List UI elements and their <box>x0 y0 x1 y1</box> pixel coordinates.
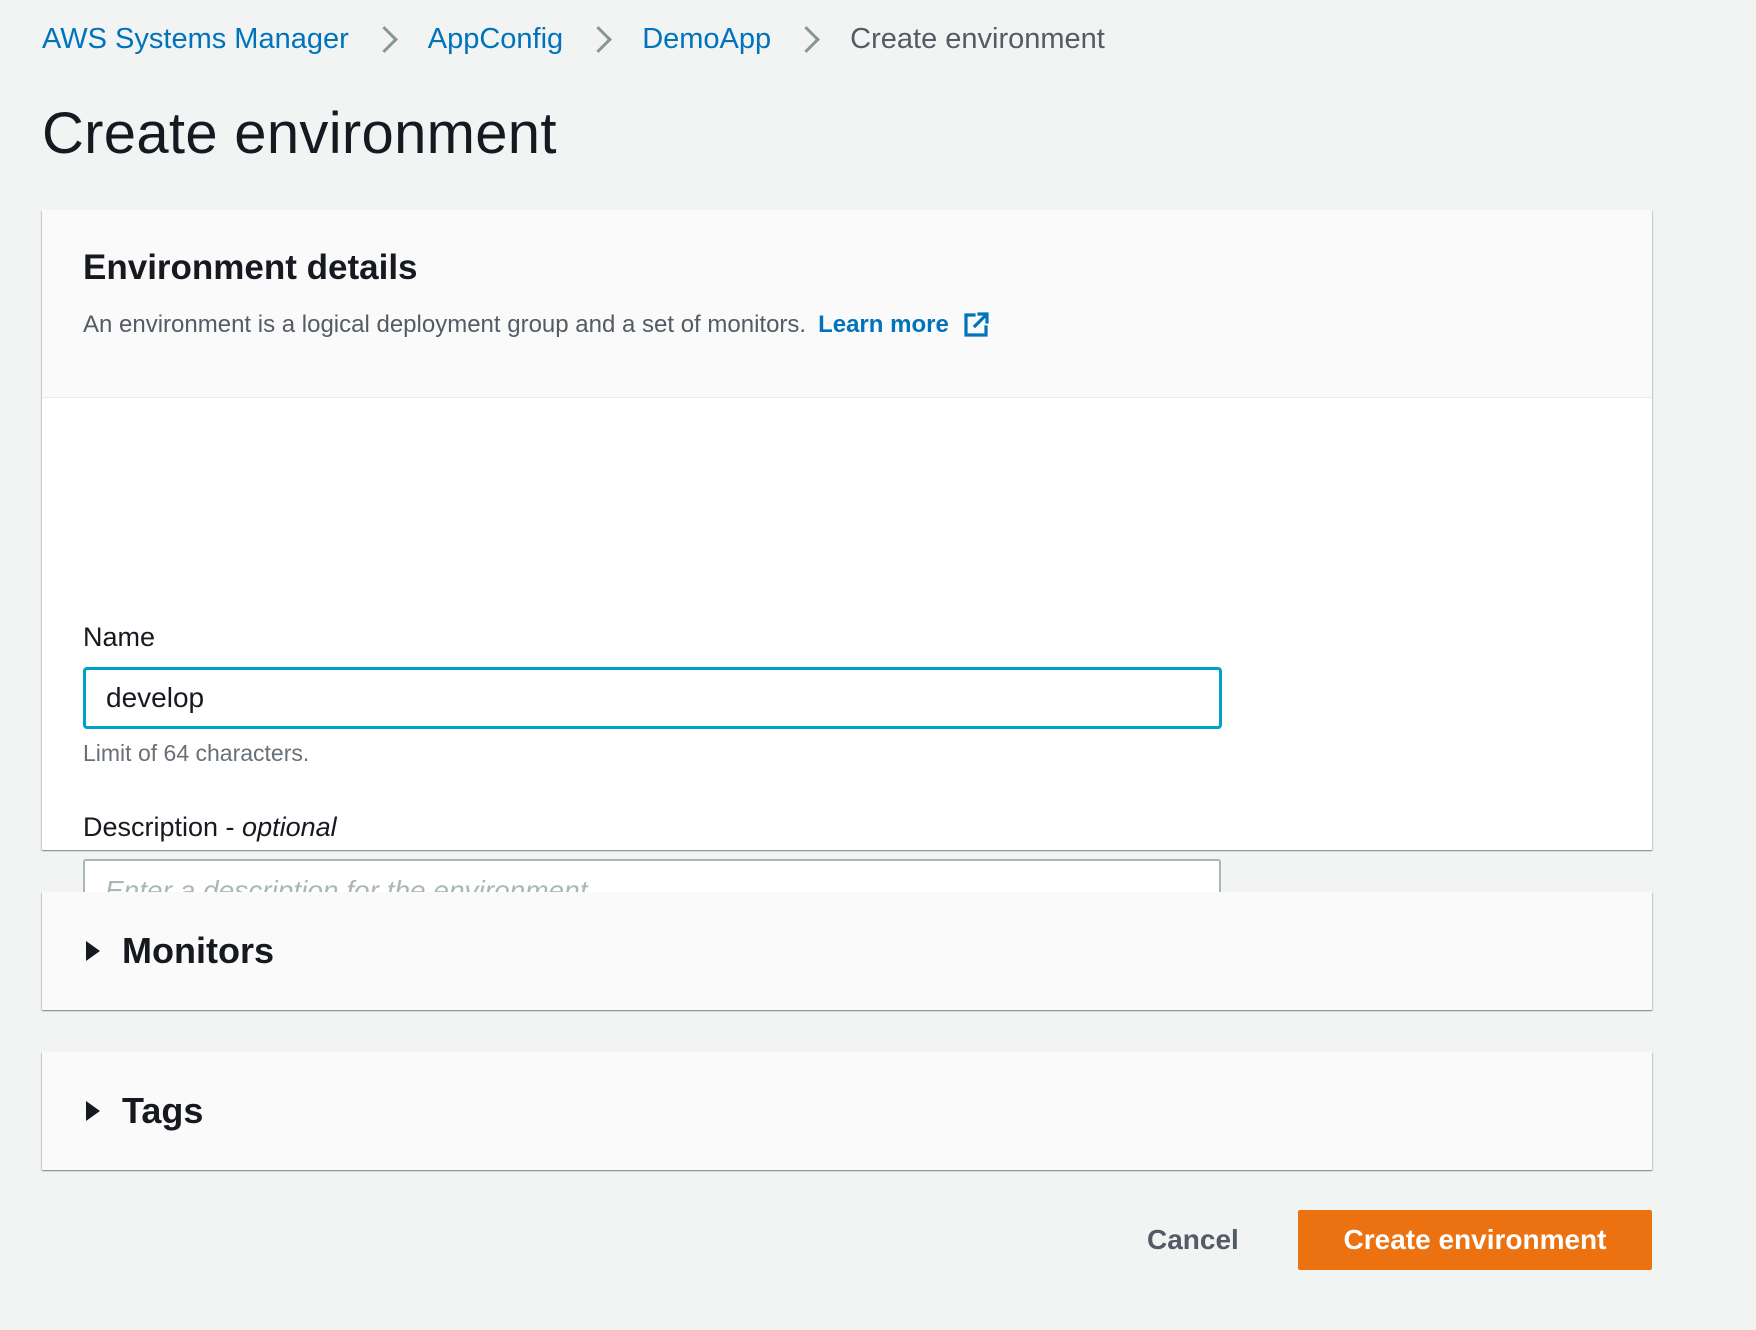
caret-right-icon <box>86 1101 100 1121</box>
name-label: Name <box>83 622 156 652</box>
environment-details-description: An environment is a logical deployment g… <box>83 310 1611 340</box>
environment-details-heading: Environment details <box>83 248 418 287</box>
description-label: Description - optional <box>83 812 337 843</box>
caret-right-icon <box>86 941 100 961</box>
monitors-section-toggle[interactable]: Monitors <box>42 892 1652 1010</box>
chevron-right-icon <box>370 25 398 53</box>
environment-details-panel: Environment details An environment is a … <box>42 210 1652 998</box>
monitors-heading: Monitors <box>122 930 274 971</box>
environment-details-header: Environment details An environment is a … <box>42 210 1652 398</box>
breadcrumb-link-demoapp[interactable]: DemoApp <box>642 23 771 56</box>
page-title: Create environment <box>42 101 557 166</box>
breadcrumb-link-systems-manager[interactable]: AWS Systems Manager <box>42 23 349 56</box>
chevron-right-icon <box>793 25 821 53</box>
external-link-icon <box>964 312 989 337</box>
learn-more-link[interactable]: Learn more <box>818 310 991 340</box>
breadcrumb-link-appconfig[interactable]: AppConfig <box>428 23 563 56</box>
breadcrumb-current: Create environment <box>850 22 1105 55</box>
description-text: An environment is a logical deployment g… <box>83 311 807 338</box>
name-hint: Limit of 64 characters. <box>83 740 310 766</box>
tags-heading: Tags <box>122 1090 204 1131</box>
cancel-button[interactable]: Cancel <box>1127 1210 1259 1270</box>
optional-tag: optional <box>242 812 337 842</box>
name-input[interactable] <box>83 667 1222 729</box>
learn-more-label: Learn more <box>818 311 949 338</box>
tags-section-toggle[interactable]: Tags <box>42 1052 1652 1170</box>
create-environment-button[interactable]: Create environment <box>1298 1210 1652 1270</box>
breadcrumb: AWS Systems Manager AppConfig DemoApp Cr… <box>42 18 1105 60</box>
chevron-right-icon <box>585 25 613 53</box>
description-label-text: Description - <box>83 812 243 842</box>
